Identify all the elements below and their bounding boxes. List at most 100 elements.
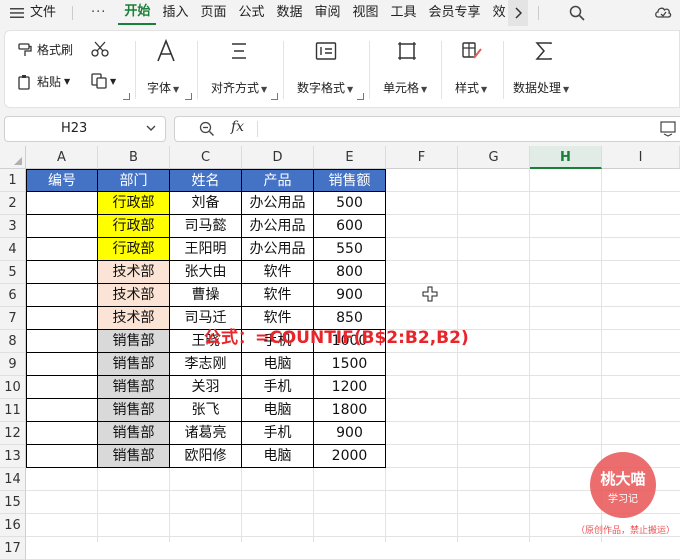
table-cell-product[interactable]: 电脑 bbox=[242, 353, 314, 376]
table-cell-dept[interactable]: 销售部 bbox=[98, 399, 170, 422]
table-cell-name[interactable]: 关羽 bbox=[170, 376, 242, 399]
number-format-launcher-icon[interactable] bbox=[357, 93, 364, 100]
formula-input-area[interactable]: fx bbox=[174, 116, 680, 142]
tab-page[interactable]: 页面 bbox=[194, 0, 232, 26]
table-cell-id[interactable] bbox=[26, 261, 98, 284]
tab-formula[interactable]: 公式 bbox=[232, 0, 270, 26]
table-cell-dept[interactable]: 技术部 bbox=[98, 261, 170, 284]
tab-review[interactable]: 审阅 bbox=[309, 0, 347, 26]
alignment-launcher-icon[interactable] bbox=[271, 93, 278, 100]
row-header-15[interactable]: 15 bbox=[0, 491, 26, 514]
table-cell-name[interactable]: 刘备 bbox=[170, 192, 242, 215]
table-cell-sales[interactable]: 1200 bbox=[314, 376, 386, 399]
table-cell-dept[interactable]: 销售部 bbox=[98, 422, 170, 445]
row-header-5[interactable]: 5 bbox=[0, 261, 26, 284]
table-cell-dept[interactable]: 销售部 bbox=[98, 330, 170, 353]
table-cell-dept[interactable]: 行政部 bbox=[98, 238, 170, 261]
table-cell-id[interactable] bbox=[26, 330, 98, 353]
table-cell-product[interactable]: 手机 bbox=[242, 422, 314, 445]
table-cell-product[interactable]: 办公用品 bbox=[242, 238, 314, 261]
column-header-f[interactable]: F bbox=[386, 146, 458, 169]
table-cell-id[interactable] bbox=[26, 192, 98, 215]
table-cell-id[interactable] bbox=[26, 353, 98, 376]
table-cell-dept[interactable]: 销售部 bbox=[98, 445, 170, 468]
table-cell-sales[interactable]: 900 bbox=[314, 422, 386, 445]
tab-scroll-right-button[interactable] bbox=[507, 0, 528, 26]
table-cell-id[interactable] bbox=[26, 376, 98, 399]
row-header-13[interactable]: 13 bbox=[0, 445, 26, 468]
row-header-4[interactable]: 4 bbox=[0, 238, 26, 261]
row-header-14[interactable]: 14 bbox=[0, 468, 26, 491]
table-cell-name[interactable]: 欧阳修 bbox=[170, 445, 242, 468]
table-cell-sales[interactable]: 550 bbox=[314, 238, 386, 261]
cut-button[interactable] bbox=[91, 41, 109, 61]
search-button[interactable] bbox=[569, 5, 585, 21]
table-cell-product[interactable]: 软件 bbox=[242, 284, 314, 307]
row-header-2[interactable]: 2 bbox=[0, 192, 26, 215]
tab-view[interactable]: 视图 bbox=[347, 0, 385, 26]
name-box[interactable]: H23 bbox=[4, 116, 166, 142]
row-header-7[interactable]: 7 bbox=[0, 307, 26, 330]
table-header-cell[interactable]: 产品 bbox=[242, 169, 314, 192]
table-header-cell[interactable]: 部门 bbox=[98, 169, 170, 192]
column-header-i[interactable]: I bbox=[602, 146, 680, 169]
table-header-cell[interactable]: 姓名 bbox=[170, 169, 242, 192]
tab-efficiency[interactable]: 效 bbox=[487, 0, 508, 26]
row-header-12[interactable]: 12 bbox=[0, 422, 26, 445]
table-cell-dept[interactable]: 技术部 bbox=[98, 284, 170, 307]
style-group[interactable]: 样式 ▼ bbox=[443, 37, 503, 105]
column-header-d[interactable]: D bbox=[242, 146, 314, 169]
cloud-sync-button[interactable] bbox=[654, 4, 672, 24]
table-cell-sales[interactable]: 900 bbox=[314, 284, 386, 307]
data-processing-group[interactable]: 数据处理 ▼ bbox=[505, 37, 585, 105]
table-cell-sales[interactable]: 600 bbox=[314, 215, 386, 238]
column-header-g[interactable]: G bbox=[458, 146, 530, 169]
table-cell-name[interactable]: 张大由 bbox=[170, 261, 242, 284]
menu-more-button[interactable]: ··· bbox=[79, 0, 118, 26]
row-header-6[interactable]: 6 bbox=[0, 284, 26, 307]
table-cell-dept[interactable]: 销售部 bbox=[98, 353, 170, 376]
alignment-group[interactable]: 对齐方式 ▼ bbox=[199, 37, 281, 105]
font-launcher-icon[interactable] bbox=[185, 93, 192, 100]
fx-icon[interactable]: fx bbox=[231, 119, 244, 135]
table-cell-sales[interactable]: 2000 bbox=[314, 445, 386, 468]
table-cell-id[interactable] bbox=[26, 307, 98, 330]
cell-group[interactable]: 单元格 ▼ bbox=[371, 37, 441, 105]
number-format-group[interactable]: 数字格式 ▼ bbox=[285, 37, 367, 105]
row-header-8[interactable]: 8 bbox=[0, 330, 26, 353]
table-cell-name[interactable]: 曹操 bbox=[170, 284, 242, 307]
table-cell-name[interactable]: 诸葛亮 bbox=[170, 422, 242, 445]
table-cell-product[interactable]: 电脑 bbox=[242, 445, 314, 468]
tab-data[interactable]: 数据 bbox=[270, 0, 308, 26]
table-cell-dept[interactable]: 技术部 bbox=[98, 307, 170, 330]
table-header-cell[interactable]: 销售额 bbox=[314, 169, 386, 192]
table-cell-id[interactable] bbox=[26, 422, 98, 445]
column-header-c[interactable]: C bbox=[170, 146, 242, 169]
select-all-corner[interactable] bbox=[0, 146, 26, 169]
font-group[interactable]: 字体 ▼ bbox=[137, 37, 195, 105]
table-cell-product[interactable]: 手机 bbox=[242, 376, 314, 399]
table-cell-product[interactable]: 电脑 bbox=[242, 399, 314, 422]
row-header-3[interactable]: 3 bbox=[0, 215, 26, 238]
table-cell-sales[interactable]: 1800 bbox=[314, 399, 386, 422]
column-header-a[interactable]: A bbox=[26, 146, 98, 169]
row-header-11[interactable]: 11 bbox=[0, 399, 26, 422]
column-header-e[interactable]: E bbox=[314, 146, 386, 169]
tab-insert[interactable]: 插入 bbox=[156, 0, 194, 26]
table-cell-product[interactable]: 办公用品 bbox=[242, 215, 314, 238]
table-cell-sales[interactable]: 1500 bbox=[314, 353, 386, 376]
row-header-17[interactable]: 17 bbox=[0, 537, 26, 560]
column-header-b[interactable]: B bbox=[98, 146, 170, 169]
tab-member[interactable]: 会员专享 bbox=[423, 0, 487, 26]
table-cell-name[interactable]: 司马懿 bbox=[170, 215, 242, 238]
row-header-9[interactable]: 9 bbox=[0, 353, 26, 376]
table-cell-dept[interactable]: 行政部 bbox=[98, 192, 170, 215]
table-cell-dept[interactable]: 行政部 bbox=[98, 215, 170, 238]
expand-formula-icon[interactable] bbox=[660, 121, 676, 137]
table-header-cell[interactable]: 编号 bbox=[26, 169, 98, 192]
copy-button[interactable]: ▼ bbox=[91, 73, 116, 89]
tab-tools[interactable]: 工具 bbox=[385, 0, 423, 26]
chevron-down-icon[interactable] bbox=[146, 124, 156, 132]
table-cell-name[interactable]: 李志刚 bbox=[170, 353, 242, 376]
table-cell-name[interactable]: 王阳明 bbox=[170, 238, 242, 261]
